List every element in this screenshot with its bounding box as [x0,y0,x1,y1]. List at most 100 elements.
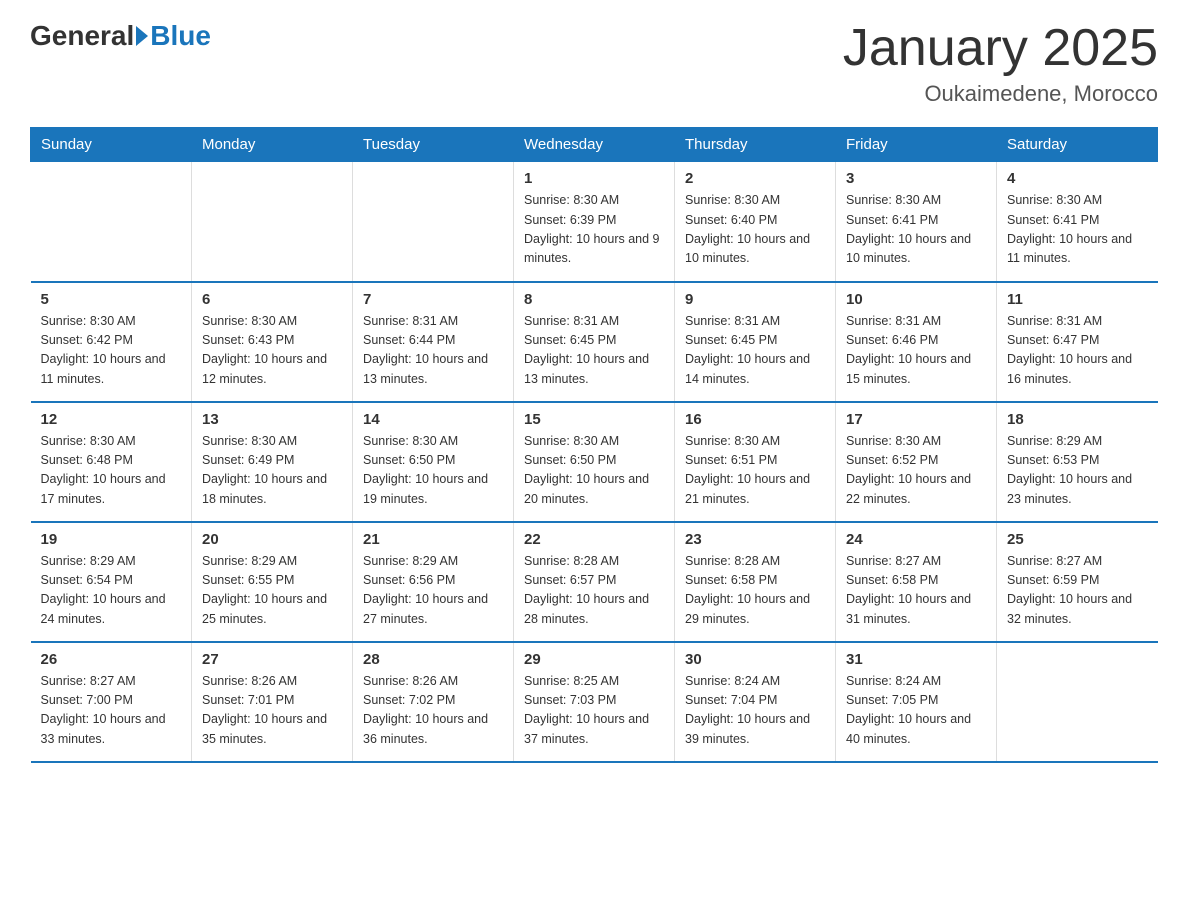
header-day-wednesday: Wednesday [514,128,675,162]
day-info: Sunrise: 8:30 AM Sunset: 6:50 PM Dayligh… [363,432,503,510]
calendar-cell: 17 Sunrise: 8:30 AM Sunset: 6:52 PM Dayli… [836,402,997,522]
calendar-cell [353,162,514,282]
day-number: 14 [363,411,503,428]
calendar-cell: 18 Sunrise: 8:29 AM Sunset: 6:53 PM Dayli… [997,402,1158,522]
calendar-cell [192,162,353,282]
day-number: 27 [202,651,342,668]
day-info: Sunrise: 8:30 AM Sunset: 6:41 PM Dayligh… [846,191,986,269]
logo-general-text: General [30,20,134,52]
calendar-cell: 19 Sunrise: 8:29 AM Sunset: 6:54 PM Dayli… [31,522,192,642]
week-row-4: 19 Sunrise: 8:29 AM Sunset: 6:54 PM Dayli… [31,522,1158,642]
logo-blue-text: Blue [150,20,211,52]
day-info: Sunrise: 8:26 AM Sunset: 7:02 PM Dayligh… [363,672,503,750]
day-info: Sunrise: 8:30 AM Sunset: 6:42 PM Dayligh… [41,312,182,390]
calendar-cell: 13 Sunrise: 8:30 AM Sunset: 6:49 PM Dayli… [192,402,353,522]
day-number: 4 [1007,170,1148,187]
calendar-cell: 21Sunrise: 8:29 AM Sunset: 6:56 PM Dayli… [353,522,514,642]
calendar-cell: 6 Sunrise: 8:30 AM Sunset: 6:43 PM Daylig… [192,282,353,402]
day-info: Sunrise: 8:30 AM Sunset: 6:49 PM Dayligh… [202,432,342,510]
calendar-cell: 12Sunrise: 8:30 AM Sunset: 6:48 PM Dayli… [31,402,192,522]
day-info: Sunrise: 8:30 AM Sunset: 6:51 PM Dayligh… [685,432,825,510]
day-number: 18 [1007,411,1148,428]
day-info: Sunrise: 8:30 AM Sunset: 6:52 PM Dayligh… [846,432,986,510]
day-info: Sunrise: 8:31 AM Sunset: 6:45 PM Dayligh… [524,312,664,390]
calendar-cell: 29Sunrise: 8:25 AM Sunset: 7:03 PM Dayli… [514,642,675,762]
calendar-table: SundayMondayTuesdayWednesdayThursdayFrid… [30,127,1158,763]
title-block: January 2025 Oukaimedene, Morocco [843,20,1158,107]
header-day-sunday: Sunday [31,128,192,162]
day-info: Sunrise: 8:31 AM Sunset: 6:44 PM Dayligh… [363,312,503,390]
day-info: Sunrise: 8:31 AM Sunset: 6:46 PM Dayligh… [846,312,986,390]
calendar-cell: 11 Sunrise: 8:31 AM Sunset: 6:47 PM Dayli… [997,282,1158,402]
day-info: Sunrise: 8:28 AM Sunset: 6:58 PM Dayligh… [685,552,825,630]
day-number: 2 [685,170,825,187]
day-info: Sunrise: 8:30 AM Sunset: 6:39 PM Dayligh… [524,191,664,269]
calendar-cell [997,642,1158,762]
day-number: 23 [685,531,825,548]
day-number: 3 [846,170,986,187]
day-number: 8 [524,291,664,308]
calendar-cell: 4 Sunrise: 8:30 AM Sunset: 6:41 PM Daylig… [997,162,1158,282]
day-info: Sunrise: 8:27 AM Sunset: 7:00 PM Dayligh… [41,672,182,750]
day-info: Sunrise: 8:31 AM Sunset: 6:45 PM Dayligh… [685,312,825,390]
day-number: 19 [41,531,182,548]
page-header: General Blue January 2025 Oukaimedene, M… [30,20,1158,107]
day-number: 25 [1007,531,1148,548]
calendar-subtitle: Oukaimedene, Morocco [843,81,1158,107]
day-info: Sunrise: 8:30 AM Sunset: 6:50 PM Dayligh… [524,432,664,510]
calendar-cell [31,162,192,282]
week-row-3: 12Sunrise: 8:30 AM Sunset: 6:48 PM Dayli… [31,402,1158,522]
week-row-1: 1Sunrise: 8:30 AM Sunset: 6:39 PM Daylig… [31,162,1158,282]
day-info: Sunrise: 8:27 AM Sunset: 6:58 PM Dayligh… [846,552,986,630]
calendar-header-row: SundayMondayTuesdayWednesdayThursdayFrid… [31,128,1158,162]
calendar-cell: 31Sunrise: 8:24 AM Sunset: 7:05 PM Dayli… [836,642,997,762]
day-info: Sunrise: 8:30 AM Sunset: 6:41 PM Dayligh… [1007,191,1148,269]
day-info: Sunrise: 8:28 AM Sunset: 6:57 PM Dayligh… [524,552,664,630]
header-day-friday: Friday [836,128,997,162]
day-number: 5 [41,291,182,308]
calendar-cell: 3 Sunrise: 8:30 AM Sunset: 6:41 PM Daylig… [836,162,997,282]
day-number: 6 [202,291,342,308]
calendar-cell: 22 Sunrise: 8:28 AM Sunset: 6:57 PM Dayli… [514,522,675,642]
day-number: 15 [524,411,664,428]
day-number: 22 [524,531,664,548]
week-row-5: 26Sunrise: 8:27 AM Sunset: 7:00 PM Dayli… [31,642,1158,762]
calendar-cell: 7 Sunrise: 8:31 AM Sunset: 6:44 PM Daylig… [353,282,514,402]
calendar-title: January 2025 [843,20,1158,77]
day-info: Sunrise: 8:25 AM Sunset: 7:03 PM Dayligh… [524,672,664,750]
day-info: Sunrise: 8:24 AM Sunset: 7:04 PM Dayligh… [685,672,825,750]
day-info: Sunrise: 8:24 AM Sunset: 7:05 PM Dayligh… [846,672,986,750]
day-number: 13 [202,411,342,428]
header-day-tuesday: Tuesday [353,128,514,162]
day-number: 21 [363,531,503,548]
day-info: Sunrise: 8:31 AM Sunset: 6:47 PM Dayligh… [1007,312,1148,390]
day-info: Sunrise: 8:30 AM Sunset: 6:40 PM Dayligh… [685,191,825,269]
day-info: Sunrise: 8:26 AM Sunset: 7:01 PM Dayligh… [202,672,342,750]
logo-arrow-icon [136,26,148,46]
calendar-cell: 10Sunrise: 8:31 AM Sunset: 6:46 PM Dayli… [836,282,997,402]
day-info: Sunrise: 8:29 AM Sunset: 6:54 PM Dayligh… [41,552,182,630]
calendar-cell: 16 Sunrise: 8:30 AM Sunset: 6:51 PM Dayli… [675,402,836,522]
calendar-cell: 28Sunrise: 8:26 AM Sunset: 7:02 PM Dayli… [353,642,514,762]
week-row-2: 5 Sunrise: 8:30 AM Sunset: 6:42 PM Daylig… [31,282,1158,402]
calendar-cell: 20 Sunrise: 8:29 AM Sunset: 6:55 PM Dayli… [192,522,353,642]
header-day-saturday: Saturday [997,128,1158,162]
day-info: Sunrise: 8:29 AM Sunset: 6:53 PM Dayligh… [1007,432,1148,510]
day-info: Sunrise: 8:27 AM Sunset: 6:59 PM Dayligh… [1007,552,1148,630]
day-number: 16 [685,411,825,428]
day-number: 7 [363,291,503,308]
day-number: 11 [1007,291,1148,308]
calendar-cell: 9Sunrise: 8:31 AM Sunset: 6:45 PM Daylig… [675,282,836,402]
logo: General Blue [30,20,211,52]
calendar-cell: 5 Sunrise: 8:30 AM Sunset: 6:42 PM Daylig… [31,282,192,402]
day-number: 24 [846,531,986,548]
day-info: Sunrise: 8:29 AM Sunset: 6:55 PM Dayligh… [202,552,342,630]
calendar-cell: 1Sunrise: 8:30 AM Sunset: 6:39 PM Daylig… [514,162,675,282]
calendar-cell: 24 Sunrise: 8:27 AM Sunset: 6:58 PM Dayli… [836,522,997,642]
day-info: Sunrise: 8:30 AM Sunset: 6:43 PM Dayligh… [202,312,342,390]
day-number: 17 [846,411,986,428]
day-number: 30 [685,651,825,668]
day-number: 20 [202,531,342,548]
calendar-cell: 30 Sunrise: 8:24 AM Sunset: 7:04 PM Dayli… [675,642,836,762]
calendar-cell: 2 Sunrise: 8:30 AM Sunset: 6:40 PM Daylig… [675,162,836,282]
